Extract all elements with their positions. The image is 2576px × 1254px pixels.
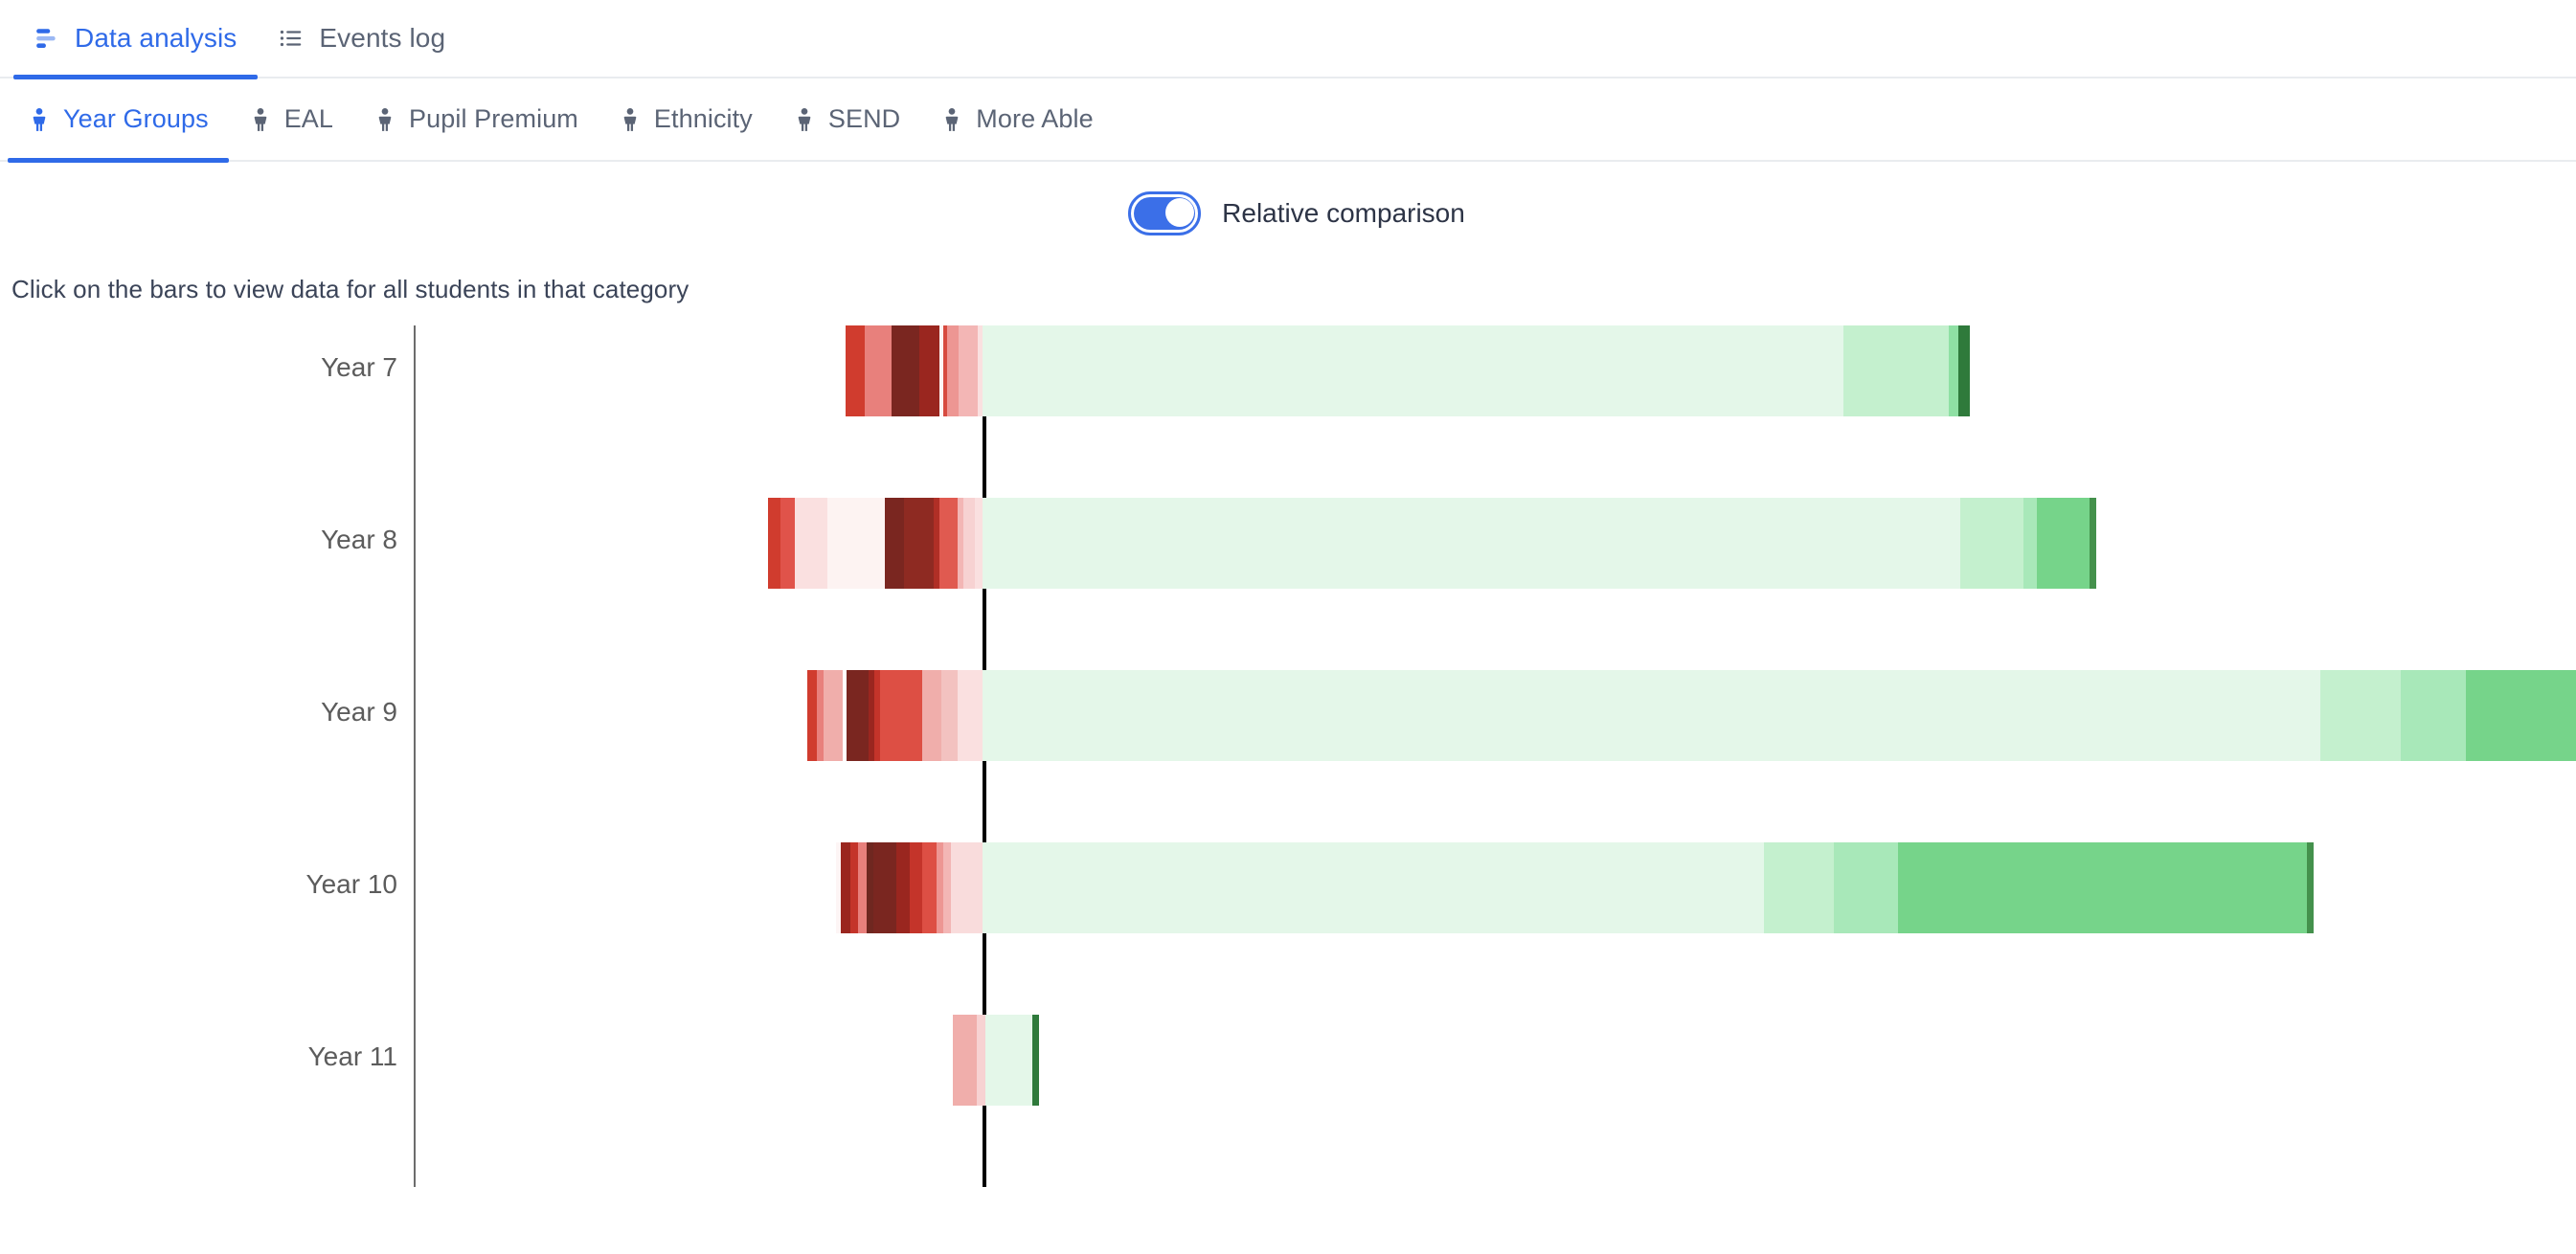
bar-segment[interactable] [983,498,1960,589]
bar-segment[interactable] [953,1015,977,1106]
subtab-ethnicity[interactable]: Ethnicity [599,78,773,161]
bar-segment[interactable] [2023,498,2037,589]
tab-label: Data analysis [75,23,237,53]
bar-segment[interactable] [1898,842,2307,933]
bar-segment[interactable] [850,842,858,933]
bar-chart-icon [34,26,59,51]
bar-segment[interactable] [977,1015,985,1106]
bar-segment[interactable] [817,670,824,761]
bar-segment[interactable] [885,498,904,589]
tab-events-log[interactable]: Events log [258,0,466,78]
relative-comparison-row: Relative comparison [0,162,2576,265]
category-tab-bar: Year Groups EAL Pupil Premium Ethnicity [0,78,2576,163]
bar-segment[interactable] [939,498,958,589]
bar-segment[interactable] [807,670,817,761]
bar-segment[interactable] [2466,670,2576,761]
subtab-label: SEND [827,104,901,133]
bar-segment[interactable] [2320,670,2401,761]
subtab-label: Pupil Premium [409,104,578,133]
person-icon [373,107,396,132]
bar-segment[interactable] [985,1015,1032,1106]
bar-segment[interactable] [873,842,896,933]
bar-segment[interactable] [847,670,869,761]
person-icon [249,107,272,132]
subtab-label: Ethnicity [653,104,753,133]
bar-segment[interactable] [2307,842,2314,933]
subtab-send[interactable]: SEND [773,78,920,161]
bar-segment[interactable] [1960,498,2023,589]
bar-segment[interactable] [858,842,867,933]
subtab-eal[interactable]: EAL [229,78,353,161]
bar-segment[interactable] [1032,1015,1039,1106]
bar-segment[interactable] [841,842,850,933]
bar-segment[interactable] [824,670,843,761]
bar-segment[interactable] [922,842,937,933]
bar-segment[interactable] [867,842,873,933]
bar-row-year-7[interactable] [0,325,2576,416]
bar-row-year-10[interactable] [0,842,2576,933]
bar-row-year-11[interactable] [0,1015,2576,1106]
bar-segment[interactable] [1834,842,1898,933]
bar-segment[interactable] [958,670,983,761]
diverging-stacked-bar-chart: Year 7 Year 8 Year 9 Year 10 Year 11 [0,325,2576,1187]
chart-hint-text: Click on the bars to view data for all s… [11,275,689,303]
bar-segment[interactable] [941,670,958,761]
bar-segment[interactable] [963,498,975,589]
bar-segment[interactable] [904,498,934,589]
bar-segment[interactable] [1949,325,1958,416]
relative-comparison-label: Relative comparison [1222,198,1465,228]
subtab-year-groups[interactable]: Year Groups [8,78,229,163]
person-icon [940,107,963,132]
bar-segment[interactable] [1843,325,1949,416]
bar-row-year-8[interactable] [0,498,2576,589]
bar-segment[interactable] [2090,498,2096,589]
tab-data-analysis[interactable]: Data analysis [13,0,259,79]
bar-segment[interactable] [919,325,939,416]
tab-label: Events log [319,23,446,53]
top-tab-bar: Data analysis Events log [0,0,2576,79]
subtab-more-able[interactable]: More Able [920,78,1113,161]
list-icon [279,26,304,51]
bar-segment[interactable] [983,670,2320,761]
relative-comparison-toggle[interactable] [1128,191,1202,235]
person-icon [793,107,816,132]
bar-row-year-9[interactable] [0,670,2576,761]
bar-segment[interactable] [780,498,795,589]
toggle-track [1134,197,1196,230]
bar-segment[interactable] [947,325,959,416]
bar-segment[interactable] [951,842,983,933]
bar-segment[interactable] [2037,498,2090,589]
subtab-label: More Able [976,104,1094,133]
subtab-label: EAL [283,104,334,133]
toggle-knob [1165,198,1195,227]
bar-segment[interactable] [922,670,941,761]
bar-segment[interactable] [1958,325,1970,416]
bar-segment[interactable] [975,498,983,589]
bar-segment[interactable] [846,325,865,416]
bar-segment[interactable] [892,325,919,416]
subtab-pupil-premium[interactable]: Pupil Premium [353,78,599,161]
bar-segment[interactable] [795,498,827,589]
subtab-label: Year Groups [63,104,209,133]
bar-segment[interactable] [880,670,922,761]
bar-segment[interactable] [1764,842,1834,933]
bar-segment[interactable] [2401,670,2466,761]
bar-segment[interactable] [896,842,910,933]
person-icon [619,107,642,132]
bar-segment[interactable] [768,498,780,589]
bar-segment[interactable] [983,842,1764,933]
bar-segment[interactable] [865,325,892,416]
bar-segment[interactable] [943,842,951,933]
bar-segment[interactable] [910,842,922,933]
bar-segment[interactable] [937,842,943,933]
bar-segment[interactable] [827,498,885,589]
person-icon [28,107,51,132]
bar-segment[interactable] [959,325,978,416]
bar-segment[interactable] [983,325,1843,416]
